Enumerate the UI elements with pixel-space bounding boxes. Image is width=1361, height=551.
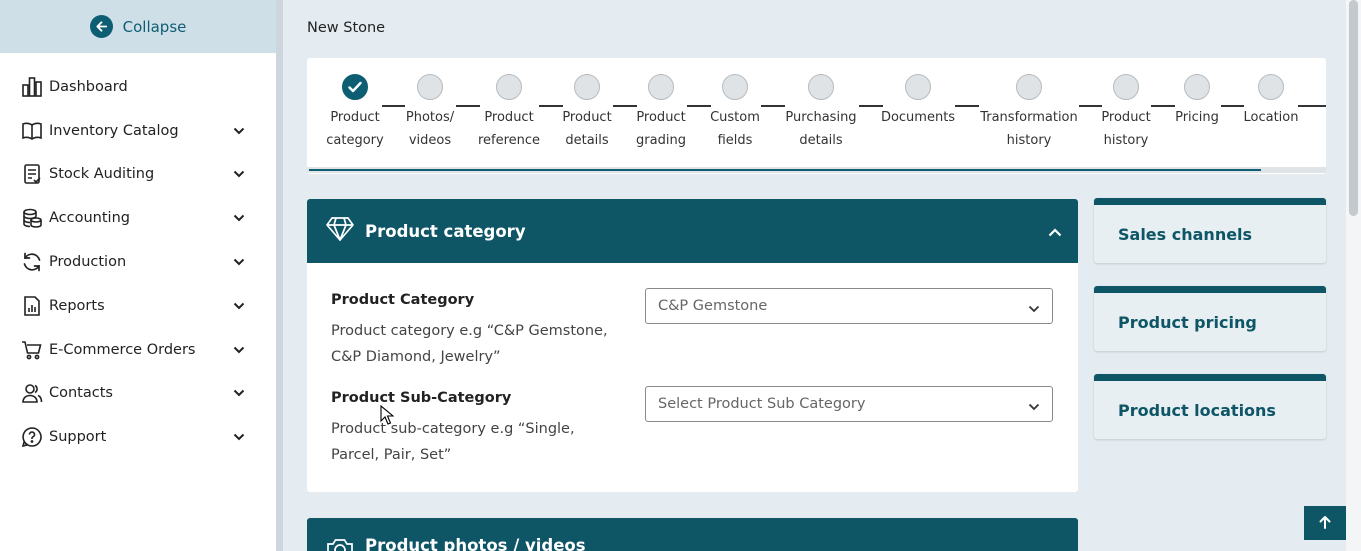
chevron-down-icon[interactable] <box>232 167 246 181</box>
sidebar-item-label: Inventory Catalog <box>49 122 179 139</box>
product-category-header[interactable]: Product category <box>307 199 1078 263</box>
cart-icon <box>20 338 44 362</box>
sidebar-item-label: Accounting <box>49 210 130 227</box>
panel-title: Product photos / videos <box>365 536 586 551</box>
card-title: Sales channels <box>1118 224 1253 244</box>
product-category-select[interactable]: C&P Gemstone <box>645 288 1053 324</box>
product-category-value: C&P Gemstone <box>658 298 768 314</box>
sidebar-item-accounting[interactable]: Accounting <box>0 196 276 240</box>
product-category-help: Product category e.g “C&P Gemstone, C&P … <box>331 323 608 365</box>
product-subcategory-placeholder: Select Product Sub Category <box>658 396 866 412</box>
sidebar: Collapse Dashboard Inventory Catalog Sto… <box>0 0 276 551</box>
sidebar-item-contacts[interactable]: Contacts <box>0 372 276 416</box>
step-circle <box>417 74 443 100</box>
chevron-down-icon[interactable] <box>232 211 246 225</box>
arrow-left-icon <box>89 15 113 38</box>
help-icon <box>20 425 44 449</box>
step-documents[interactable]: Documents <box>873 74 963 129</box>
stepper: Product category Photos/videos Product ref… <box>307 58 1326 174</box>
sidebar-item-ecommerce-orders[interactable]: E-Commerce Orders <box>0 328 276 372</box>
stepper-scrollbar-thumb[interactable] <box>309 169 1261 171</box>
collapse-button[interactable]: Collapse <box>0 0 276 53</box>
chevron-down-icon[interactable] <box>232 124 246 138</box>
step-pricing[interactable]: Pricing <box>1167 74 1227 129</box>
product-locations-card[interactable]: Product locations <box>1094 374 1326 439</box>
report-icon <box>20 294 44 318</box>
sidebar-item-label: Support <box>49 429 107 446</box>
panel-title: Product category <box>365 221 526 241</box>
sidebar-item-label: Contacts <box>49 385 113 402</box>
product-category-label: Product Category <box>331 292 475 308</box>
step-circle <box>1016 74 1042 100</box>
chevron-down-icon[interactable] <box>232 299 246 313</box>
diamond-icon <box>325 215 355 247</box>
scroll-to-top-button[interactable] <box>1304 506 1346 540</box>
step-circle <box>808 74 834 100</box>
sidebar-item-stock-auditing[interactable]: Stock Auditing <box>0 153 276 197</box>
step-product-details[interactable]: Product details <box>555 74 619 152</box>
dashboard-icon <box>20 75 44 99</box>
book-icon <box>20 119 44 143</box>
sidebar-item-label: Reports <box>49 297 105 314</box>
chevron-down-icon <box>1028 301 1040 317</box>
refresh-icon <box>20 250 44 274</box>
step-circle <box>648 74 674 100</box>
step-purchasing-details[interactable]: Purchasing details <box>777 74 865 152</box>
step-circle <box>574 74 600 100</box>
camera-icon <box>325 536 355 551</box>
sidebar-item-label: E-Commerce Orders <box>49 341 196 358</box>
step-circle <box>1258 74 1284 100</box>
card-title: Product locations <box>1118 400 1276 420</box>
product-subcategory-help: Product sub-category e.g “Single, Parcel… <box>331 421 575 463</box>
sidebar-item-label: Dashboard <box>49 78 128 95</box>
step-circle <box>1113 74 1139 100</box>
chevron-down-icon <box>1028 399 1040 415</box>
product-subcategory-select[interactable]: Select Product Sub Category <box>645 386 1053 422</box>
sidebar-item-label: Stock Auditing <box>49 166 155 183</box>
step-circle <box>1184 74 1210 100</box>
product-pricing-card[interactable]: Product pricing <box>1094 286 1326 351</box>
sidebar-divider <box>276 0 283 551</box>
page-scrollbar-thumb[interactable] <box>1349 0 1358 216</box>
users-icon <box>20 381 44 405</box>
sidebar-nav: Dashboard Inventory Catalog Stock Auditi… <box>0 65 276 459</box>
coins-icon <box>20 206 44 230</box>
step-product-category[interactable]: Product category <box>319 74 391 152</box>
sidebar-item-label: Production <box>49 254 127 271</box>
product-photos-panel-header[interactable]: Product photos / videos <box>307 518 1078 551</box>
chevron-down-icon[interactable] <box>232 343 246 357</box>
step-custom-fields[interactable]: Custom fields <box>703 74 767 152</box>
step-product-history[interactable]: Product history <box>1093 74 1159 152</box>
step-circle <box>905 74 931 100</box>
chevron-up-icon[interactable] <box>1048 222 1062 241</box>
sidebar-item-production[interactable]: Production <box>0 240 276 284</box>
sidebar-item-reports[interactable]: Reports <box>0 284 276 328</box>
sidebar-item-support[interactable]: Support <box>0 415 276 459</box>
step-photos-videos[interactable]: Photos/videos <box>400 74 460 152</box>
clipboard-icon <box>20 162 44 186</box>
chevron-down-icon[interactable] <box>232 430 246 444</box>
step-product-reference[interactable]: Product reference <box>471 74 547 152</box>
check-icon <box>342 74 368 100</box>
sidebar-item-dashboard[interactable]: Dashboard <box>0 65 276 109</box>
step-transformation-history[interactable]: Transformation history <box>975 74 1083 152</box>
mouse-cursor-icon <box>380 404 395 429</box>
card-title: Product pricing <box>1118 312 1257 332</box>
page-scrollbar[interactable] <box>1346 0 1361 551</box>
sales-channels-card[interactable]: Sales channels <box>1094 198 1326 263</box>
arrow-up-icon <box>1319 514 1331 533</box>
page-subtitle: New Stone <box>307 20 386 36</box>
step-location[interactable]: Location <box>1237 74 1305 129</box>
sidebar-item-inventory-catalog[interactable]: Inventory Catalog <box>0 109 276 153</box>
product-subcategory-label: Product Sub-Category <box>331 390 512 406</box>
collapse-label: Collapse <box>122 17 187 36</box>
main-content: New Stone Product category Photos/videos … <box>283 0 1345 551</box>
chevron-down-icon[interactable] <box>232 386 246 400</box>
step-circle <box>496 74 522 100</box>
chevron-down-icon[interactable] <box>232 255 246 269</box>
step-product-grading[interactable]: Product grading <box>629 74 693 152</box>
product-category-panel: Product category Product Category Produc… <box>307 199 1078 492</box>
step-circle <box>722 74 748 100</box>
